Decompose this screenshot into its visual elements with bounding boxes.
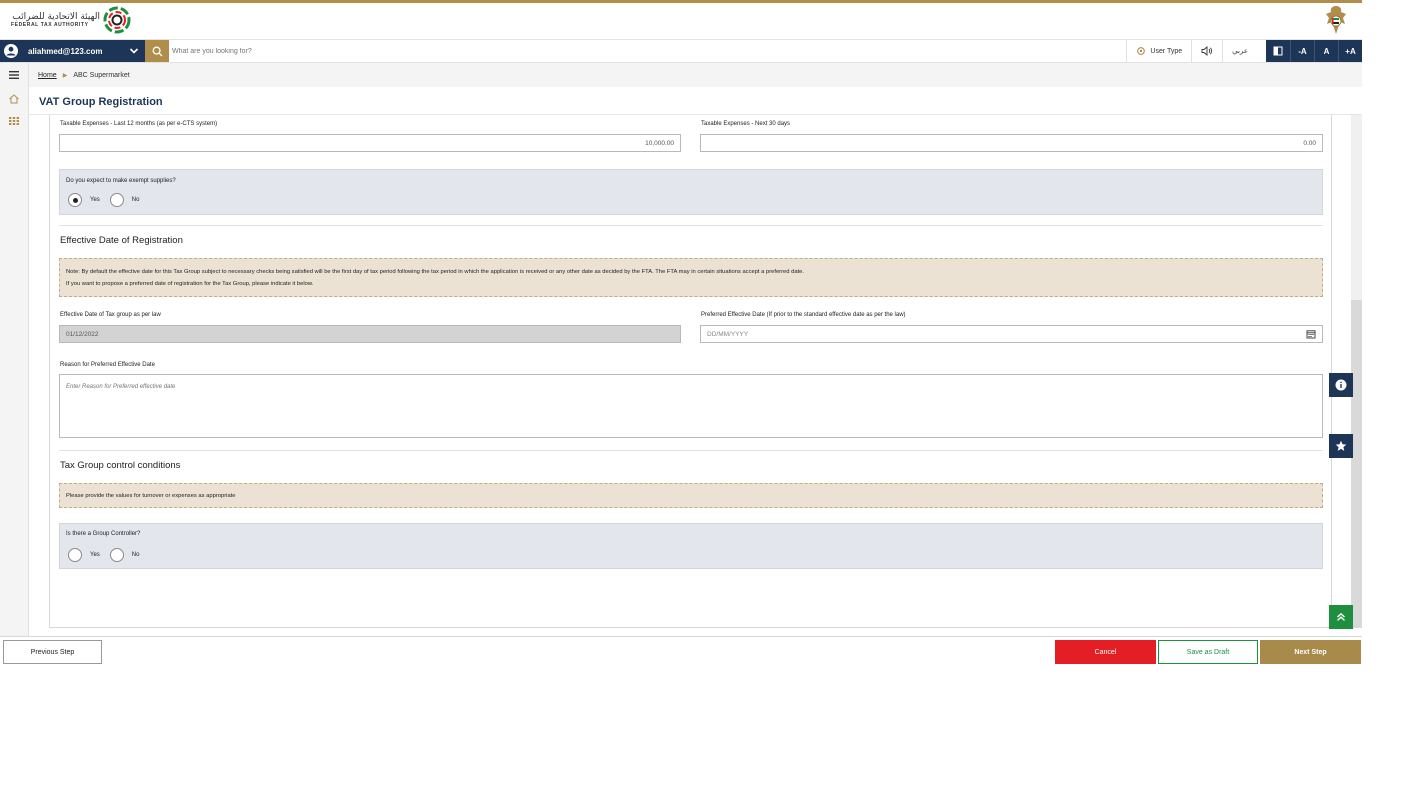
contrast-icon <box>1273 46 1283 56</box>
contrast-toggle[interactable] <box>1266 40 1290 62</box>
reason-textarea[interactable] <box>59 374 1323 438</box>
page-title-bar: VAT Group Registration <box>29 87 1362 115</box>
user-email: aliahmed@123.com <box>28 46 103 56</box>
font-normal-button[interactable]: A <box>1314 40 1338 62</box>
search-input[interactable] <box>172 43 672 59</box>
effective-date-note: Note: By default the effective date for … <box>59 258 1323 297</box>
expenses-last12-field[interactable]: 10,000.00 <box>59 134 681 152</box>
save-as-draft-button[interactable]: Save as Draft <box>1158 640 1258 664</box>
scrollbar-thumb[interactable] <box>1351 300 1362 628</box>
exempt-no-label: No <box>131 197 140 203</box>
left-rail <box>0 63 29 636</box>
search-icon <box>152 46 162 56</box>
expenses-next30-value: 0.00 <box>1303 139 1316 147</box>
app-root: الهيئة الاتحادية للضرائب FEDERAL TAX AUT… <box>0 0 1414 801</box>
nav-right-tools: User Type عربي -A A +A <box>1126 40 1362 62</box>
control-note: Please provide the values for turnover o… <box>59 483 1323 508</box>
uae-emblem-icon <box>1326 6 1346 34</box>
gear-icon <box>1137 47 1146 55</box>
exempt-no-radio[interactable] <box>109 193 124 207</box>
law-date-label: Effective Date of Tax group as per law <box>60 312 161 318</box>
section-divider <box>59 225 1323 226</box>
control-section-title: Tax Group control conditions <box>60 460 181 471</box>
fta-logo-mark-icon <box>103 6 131 34</box>
text-to-speech-button[interactable] <box>1191 40 1222 62</box>
expenses-last12-label: Taxable Expenses - Last 12 months (as pe… <box>60 121 218 127</box>
star-icon <box>1335 440 1347 451</box>
breadcrumb-current: ABC Supermarket <box>73 71 130 79</box>
preferred-date-placeholder: DD/MM/YYYY <box>707 330 749 338</box>
exempt-yes-radio[interactable] <box>68 193 82 207</box>
control-note-text: Please provide the values for turnover o… <box>66 493 236 499</box>
group-controller-radio-group: Yes No <box>68 548 149 562</box>
logo-english-text: FEDERAL TAX AUTHORITY <box>11 22 89 28</box>
exempt-supplies-radio-group: Yes No <box>68 193 149 207</box>
info-button[interactable] <box>1329 373 1353 397</box>
controller-no-label: No <box>131 552 140 558</box>
group-controller-panel: Is there a Group Controller? Yes No <box>59 523 1323 569</box>
breadcrumb-home-link[interactable]: Home <box>38 72 57 79</box>
favorite-button[interactable] <box>1329 434 1353 458</box>
fta-logo-text[interactable]: الهيئة الاتحادية للضرائب FEDERAL TAX AUT… <box>11 13 100 28</box>
calendar-icon[interactable] <box>1306 329 1316 339</box>
font-decrease-button[interactable]: -A <box>1290 40 1314 62</box>
page-title: VAT Group Registration <box>39 96 163 108</box>
speaker-icon <box>1201 46 1213 56</box>
footer-action-bar: Previous Step Cancel Save as Draft Next … <box>0 636 1362 666</box>
user-type-button[interactable]: User Type <box>1126 40 1191 62</box>
logo-arabic-text: الهيئة الاتحادية للضرائب <box>12 12 100 22</box>
expenses-last12-value: 10,000.00 <box>645 139 674 147</box>
exempt-supplies-panel: Do you expect to make exempt supplies? Y… <box>59 169 1323 215</box>
logo-bar: الهيئة الاتحادية للضرائب FEDERAL TAX AUT… <box>0 3 1362 39</box>
scroll-to-top-button[interactable] <box>1329 605 1353 629</box>
user-avatar-icon <box>4 44 18 58</box>
next-step-button[interactable]: Next Step <box>1260 640 1361 664</box>
controller-no-radio[interactable] <box>109 548 124 562</box>
breadcrumb: Home ▶ ABC Supermarket <box>29 63 1362 87</box>
effective-date-note-line1: Note: By default the effective date for … <box>66 269 804 275</box>
exempt-supplies-question: Do you expect to make exempt supplies? <box>66 178 176 184</box>
controller-yes-label: Yes <box>90 552 100 558</box>
cancel-button[interactable]: Cancel <box>1055 640 1156 664</box>
controller-yes-radio[interactable] <box>68 548 82 562</box>
menu-icon[interactable] <box>8 69 20 81</box>
info-icon <box>1335 379 1347 391</box>
home-icon[interactable] <box>8 93 20 105</box>
search-button[interactable] <box>145 40 169 62</box>
font-increase-button[interactable]: +A <box>1338 40 1362 62</box>
preferred-date-field[interactable]: DD/MM/YYYY <box>700 325 1323 343</box>
apps-grid-icon[interactable] <box>8 115 20 127</box>
radio-selected-dot <box>72 197 78 203</box>
double-chevron-up-icon <box>1337 612 1345 621</box>
expenses-next30-field[interactable]: 0.00 <box>700 134 1323 152</box>
section-divider <box>59 450 1323 451</box>
previous-step-button[interactable]: Previous Step <box>3 640 102 664</box>
language-toggle[interactable]: عربي <box>1222 40 1257 62</box>
law-date-value: 01/12/2022 <box>66 330 99 338</box>
chevron-down-icon <box>129 48 139 54</box>
group-controller-question: Is there a Group Controller? <box>66 531 141 537</box>
user-type-label: User Type <box>1150 47 1183 55</box>
reason-label: Reason for Preferred Effective Date <box>60 362 155 368</box>
breadcrumb-separator-icon: ▶ <box>62 72 68 79</box>
user-menu[interactable]: aliahmed@123.com <box>0 40 145 62</box>
exempt-yes-label: Yes <box>90 197 100 203</box>
effective-date-note-line2: If you want to propose a preferred date … <box>66 281 314 287</box>
preferred-date-label: Preferred Effective Date (If prior to th… <box>701 312 906 318</box>
effective-date-section-title: Effective Date of Registration <box>60 235 183 246</box>
top-nav-bar: aliahmed@123.com User Type <box>0 39 1362 63</box>
expenses-next30-label: Taxable Expenses - Next 30 days <box>701 121 791 127</box>
law-date-field: 01/12/2022 <box>59 325 681 343</box>
